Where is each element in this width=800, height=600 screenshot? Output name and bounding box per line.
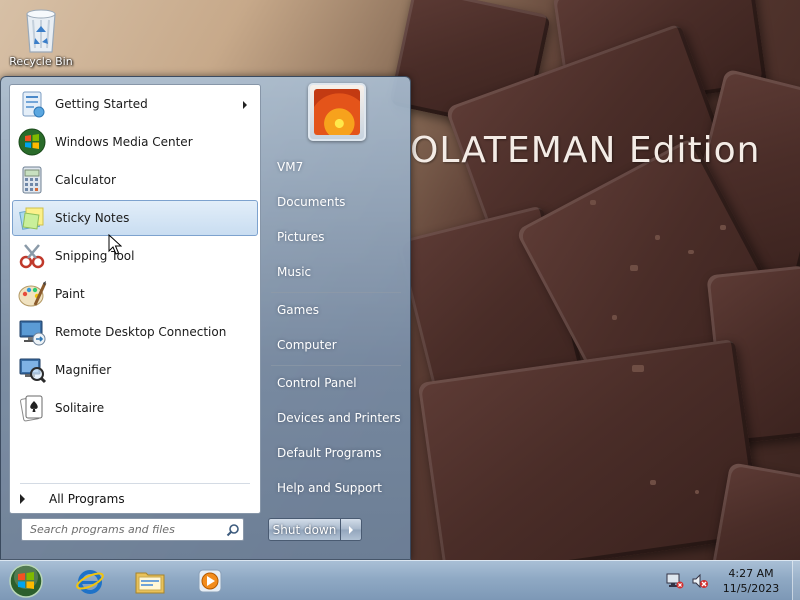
system-clock[interactable]: 4:27 AM 11/5/2023	[718, 566, 784, 596]
remote-desktop-icon	[19, 320, 46, 346]
program-label: Paint	[55, 287, 85, 301]
recycle-bin-icon	[26, 9, 56, 53]
program-label: Windows Media Center	[55, 135, 193, 149]
program-solitaire[interactable]: Solitaire	[12, 390, 258, 426]
right-item-music[interactable]: Music	[269, 259, 409, 285]
search-input[interactable]	[22, 519, 223, 540]
snipping-tool-icon	[19, 244, 45, 269]
right-item-label: Documents	[277, 195, 346, 209]
program-remote-desktop-connection[interactable]: Remote Desktop Connection	[12, 314, 258, 350]
recycle-bin-label: Recycle Bin	[9, 55, 73, 68]
program-windows-media-center[interactable]: Windows Media Center	[12, 124, 258, 160]
wallpaper-edition-text: OLATEMAN Edition	[410, 130, 761, 171]
mouse-cursor-icon	[108, 234, 122, 255]
right-item-label: VM7	[277, 160, 304, 174]
clock-date: 11/5/2023	[722, 582, 780, 595]
right-item-help-and-support[interactable]: Help and Support	[269, 475, 409, 501]
program-label: Snipping Tool	[55, 249, 135, 263]
programs-divider	[20, 483, 250, 484]
program-getting-started[interactable]: Getting Started	[12, 86, 258, 122]
magnifier-icon	[19, 358, 47, 384]
program-label: Magnifier	[55, 363, 112, 377]
wallpaper-crumb	[612, 315, 617, 320]
right-arrow-icon	[20, 494, 25, 504]
wallpaper-crumb	[720, 225, 726, 230]
show-desktop-button[interactable]	[792, 561, 800, 600]
right-item-label: Pictures	[277, 230, 325, 244]
program-label: Solitaire	[55, 401, 105, 415]
all-programs-label: All Programs	[49, 492, 125, 506]
wallpaper-crumb	[655, 235, 660, 240]
getting-started-icon	[22, 91, 45, 118]
network-icon[interactable]	[666, 573, 684, 589]
right-item-devices-and-printers[interactable]: Devices and Printers	[269, 405, 409, 431]
start-button[interactable]	[6, 563, 46, 599]
calculator-icon	[22, 166, 42, 194]
wallpaper-crumb	[688, 250, 694, 254]
media-center-icon	[18, 128, 46, 156]
user-account-picture[interactable]	[308, 83, 366, 141]
taskbar-windows-media-player[interactable]	[184, 564, 236, 598]
program-snipping-tool[interactable]: Snipping Tool	[12, 238, 258, 274]
program-label: Sticky Notes	[55, 211, 130, 225]
wallpaper-crumb	[630, 265, 638, 271]
wallpaper-crumb	[695, 490, 699, 494]
right-item-control-panel[interactable]: Control Panel	[269, 370, 409, 396]
volume-muted-icon[interactable]	[691, 573, 709, 589]
wallpaper-crumb	[650, 480, 656, 485]
right-item-label: Devices and Printers	[277, 411, 401, 425]
right-item-label: Help and Support	[277, 481, 382, 495]
program-sticky-notes[interactable]: Sticky Notes	[12, 200, 258, 236]
right-item-label: Music	[277, 265, 312, 279]
flower-icon	[314, 89, 360, 135]
right-item-user[interactable]: VM7	[269, 154, 409, 180]
right-pane-separator	[271, 292, 401, 293]
program-label: Getting Started	[55, 97, 148, 111]
right-item-computer[interactable]: Computer	[269, 332, 409, 358]
right-item-label: Games	[277, 303, 319, 317]
windows-logo-icon	[9, 564, 43, 598]
wallpaper-crumb	[590, 200, 596, 205]
right-arrow-icon	[349, 525, 353, 534]
program-label: Calculator	[55, 173, 116, 187]
internet-explorer-icon	[76, 570, 104, 594]
program-label: Remote Desktop Connection	[55, 325, 227, 339]
taskbar-windows-explorer[interactable]	[124, 564, 176, 598]
right-item-default-programs[interactable]: Default Programs	[269, 440, 409, 466]
program-paint[interactable]: Paint	[12, 276, 258, 312]
file-explorer-icon	[135, 572, 165, 594]
paint-icon	[18, 281, 47, 307]
program-calculator[interactable]: Calculator	[12, 162, 258, 198]
right-item-documents[interactable]: Documents	[269, 189, 409, 215]
right-item-pictures[interactable]: Pictures	[269, 224, 409, 250]
shutdown-options-button[interactable]	[340, 518, 362, 541]
taskbar: 4:27 AM 11/5/2023	[0, 560, 800, 600]
program-magnifier[interactable]: Magnifier	[12, 352, 258, 388]
taskbar-internet-explorer[interactable]	[64, 564, 116, 598]
submenu-arrow-icon	[243, 101, 247, 109]
right-item-games[interactable]: Games	[269, 297, 409, 323]
search-box	[21, 518, 244, 541]
clock-time: 4:27 AM	[728, 567, 774, 580]
start-menu: Getting Started Windows Media Center Cal…	[0, 76, 411, 560]
right-item-label: Default Programs	[277, 446, 382, 460]
sticky-notes-icon	[19, 207, 44, 230]
right-item-label: Computer	[277, 338, 337, 352]
all-programs-button[interactable]: All Programs	[12, 487, 258, 511]
programs-pane: Getting Started Windows Media Center Cal…	[9, 84, 261, 514]
wallpaper-crumb	[632, 365, 644, 372]
media-player-icon	[198, 569, 222, 593]
right-pane-separator	[271, 365, 401, 366]
recycle-bin-shortcut[interactable]: Recycle Bin	[6, 6, 76, 68]
right-item-label: Control Panel	[277, 376, 357, 390]
search-icon[interactable]	[223, 520, 243, 540]
shutdown-button[interactable]: Shut down	[268, 518, 340, 541]
solitaire-icon	[20, 395, 43, 422]
